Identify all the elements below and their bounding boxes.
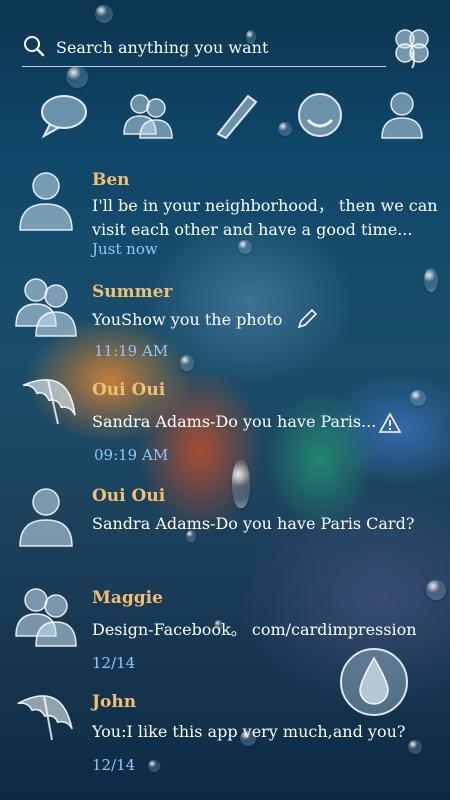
message-time: 11:19 AM <box>94 342 169 360</box>
message-time: 12/14 <box>92 756 136 774</box>
water-drop-decoration <box>95 5 113 23</box>
clover-icon[interactable] <box>388 22 436 70</box>
umbrella-icon <box>17 695 73 741</box>
conversation-item[interactable]: Oui Oui Sandra Adams-Do you have Paris..… <box>0 378 450 468</box>
message-time: Just now <box>92 240 158 258</box>
contact-name: Maggie <box>92 588 163 608</box>
contacts-icon[interactable] <box>120 90 176 140</box>
conversation-item[interactable]: Oui Oui Sandra Adams-Do you have Paris C… <box>0 484 450 554</box>
pencil-icon <box>297 308 318 329</box>
conversation-item[interactable]: Summer YouShow you the photo 11:19 AM <box>0 278 450 360</box>
message-preview: I'll be in your neighborhood， then we ca… <box>92 196 438 239</box>
warning-icon <box>378 412 402 433</box>
water-drop-icon[interactable] <box>338 646 410 718</box>
contact-name: John <box>92 692 137 712</box>
contact-name: Summer <box>92 282 173 302</box>
group-person-icon <box>15 278 77 337</box>
message-preview: You:I like this app very much,and you? <box>92 722 406 741</box>
message-time: 09:19 AM <box>94 446 169 464</box>
water-drop-decoration <box>278 122 292 136</box>
message-time: 12/14 <box>92 654 136 672</box>
compose-icon[interactable] <box>208 90 264 140</box>
profile-icon[interactable] <box>374 90 430 140</box>
umbrella-icon <box>22 378 76 425</box>
smiley-icon[interactable] <box>292 90 348 140</box>
chat-bubble-icon[interactable] <box>36 90 92 140</box>
search-icon[interactable] <box>22 34 46 58</box>
search-input[interactable] <box>54 32 378 62</box>
message-preview: YouShow you the photo <box>92 310 283 329</box>
message-preview: Sandra Adams-Do you have Paris Card? <box>92 514 415 533</box>
single-person-icon <box>19 172 73 231</box>
search-bar[interactable] <box>22 30 386 67</box>
message-preview: Sandra Adams-Do you have Paris... <box>92 412 377 431</box>
single-person-icon <box>19 488 73 547</box>
water-drop-decoration <box>66 66 88 88</box>
contact-name: Ben <box>92 170 130 190</box>
contact-name: Oui Oui <box>92 380 166 400</box>
contact-name: Oui Oui <box>92 486 166 506</box>
conversation-item[interactable]: Ben I'll be in your neighborhood， then w… <box>0 168 450 268</box>
message-preview: Design-Facebook。 com/cardimpression <box>92 620 417 639</box>
group-person-icon <box>15 588 77 647</box>
